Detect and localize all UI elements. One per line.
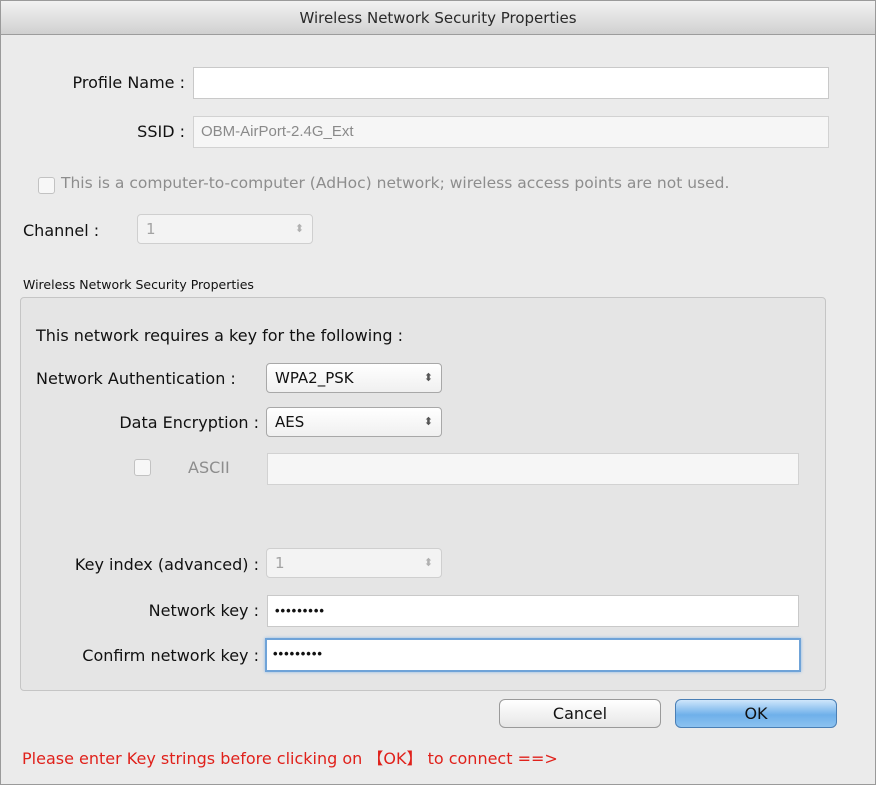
security-groupbox	[20, 297, 826, 691]
ascii-field	[267, 453, 799, 485]
adhoc-checkbox[interactable]	[38, 177, 55, 194]
data-encryption-select[interactable]: AES ⬍	[266, 407, 442, 437]
network-auth-value: WPA2_PSK	[275, 369, 354, 387]
network-key-label: Network key :	[148, 601, 259, 620]
requires-key-text: This network requires a key for the foll…	[36, 326, 403, 345]
status-message: Please enter Key strings before clicking…	[22, 749, 558, 768]
confirm-key-label: Confirm network key :	[82, 646, 259, 665]
adhoc-checkbox-label: This is a computer-to-computer (AdHoc) n…	[61, 174, 730, 192]
network-key-field[interactable]: •••••••••	[267, 595, 799, 627]
updown-chevron-icon: ⬍	[294, 222, 304, 235]
dialog-window: Wireless Network Security Properties Pro…	[0, 0, 876, 785]
key-index-value: 1	[275, 554, 285, 572]
key-index-select: 1 ⬍	[266, 548, 442, 578]
profile-name-field[interactable]	[193, 67, 829, 99]
channel-label: Channel :	[23, 221, 100, 240]
data-encryption-label: Data Encryption :	[119, 413, 259, 432]
ssid-label: SSID :	[137, 122, 185, 141]
network-auth-label: Network Authentication :	[36, 369, 236, 388]
confirm-key-field[interactable]: •••••••••	[265, 638, 801, 672]
ok-button[interactable]: OK	[675, 699, 837, 728]
updown-chevron-icon: ⬍	[423, 371, 433, 384]
data-encryption-value: AES	[275, 413, 305, 431]
cancel-button[interactable]: Cancel	[499, 699, 661, 728]
ascii-checkbox	[134, 459, 151, 476]
ascii-label: ASCII	[188, 458, 230, 477]
security-group-title: Wireless Network Security Properties	[23, 277, 254, 292]
key-index-label: Key index (advanced) :	[74, 555, 259, 574]
network-auth-select[interactable]: WPA2_PSK ⬍	[266, 363, 442, 393]
channel-value: 1	[146, 220, 156, 238]
updown-chevron-icon: ⬍	[423, 556, 433, 569]
profile-name-label: Profile Name :	[72, 73, 185, 92]
channel-select: 1 ⬍	[137, 214, 313, 244]
updown-chevron-icon: ⬍	[423, 415, 433, 428]
ssid-field: OBM-AirPort-2.4G_Ext	[193, 116, 829, 148]
window-title: Wireless Network Security Properties	[1, 1, 875, 35]
